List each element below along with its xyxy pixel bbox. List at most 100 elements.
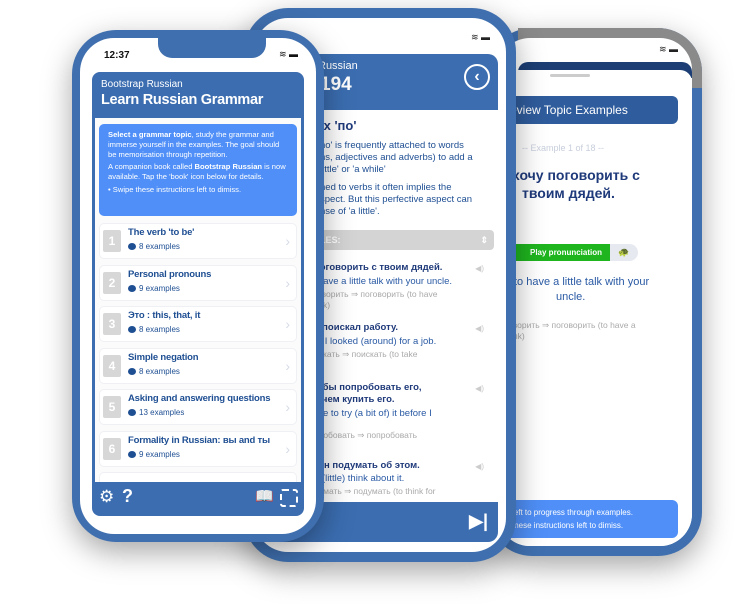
topic-row[interactable]: 5 Asking and answering questions 13 exam… xyxy=(99,389,297,425)
example-russian: я поискал работу. xyxy=(314,322,399,333)
topic-paragraph-2: hed to verbs it often implies the spect.… xyxy=(320,182,472,218)
status-icons: ≋ ▬ xyxy=(470,32,490,42)
example-russian: кен подумать об этом. xyxy=(314,460,420,471)
example-english: o (little) think about it. xyxy=(314,473,405,484)
topic-list-screen: 12:37 ≋ ▬ Bootstrap Russian Learn Russia… xyxy=(80,38,316,534)
topic-title: Simple negation xyxy=(128,351,199,363)
text-line: hed to verbs it often implies the xyxy=(320,182,452,193)
speaker-icon[interactable]: ◀) xyxy=(475,264,484,273)
topic-count: 8 examples xyxy=(128,325,180,334)
example-russian: е чем купить его. xyxy=(314,394,395,405)
example-english-2: uncle. xyxy=(556,291,586,303)
topic-number: 6 xyxy=(103,437,121,460)
status-time: 12:37 xyxy=(104,50,130,61)
skip-next-icon[interactable]: ▶| xyxy=(469,511,488,532)
speech-bubble-icon xyxy=(128,326,136,333)
speech-bubble-icon xyxy=(128,450,136,458)
instructions-card[interactable]: Select a grammar topic, study the gramma… xyxy=(99,124,297,216)
chevron-right-icon: › xyxy=(285,233,290,249)
back-button-icon[interactable]: ‹ xyxy=(464,64,490,90)
speech-bubble-icon xyxy=(128,243,136,250)
count-label: 9 examples xyxy=(139,449,180,459)
instructions-bold: Select a grammar topic xyxy=(108,130,192,139)
chevron-right-icon: › xyxy=(285,274,290,291)
count-label: 8 examples xyxy=(139,366,180,376)
bottom-toolbar: ⚙ ? 📖 xyxy=(92,482,304,516)
example-note: искать ⇒ поискать (to take xyxy=(314,349,418,359)
topic-number: 1 xyxy=(103,230,121,252)
topic-title: Asking and answering questions xyxy=(128,393,271,404)
topic-number: 2 xyxy=(103,271,121,294)
qr-code-icon[interactable] xyxy=(280,489,298,507)
header-subtitle: Russian xyxy=(318,60,358,72)
speaker-icon[interactable]: ◀) xyxy=(475,324,484,333)
count-label: 8 examples xyxy=(139,325,180,334)
play-label: Play pronunciation xyxy=(530,248,603,257)
instructions-line: left to progress through examples. xyxy=(512,508,633,517)
speaker-icon[interactable]: ◀) xyxy=(475,462,484,471)
example-english-1: to have a little talk with your xyxy=(514,276,650,288)
topic-row[interactable]: 4 Simple negation 8 examples › xyxy=(99,347,297,384)
chevron-right-icon: › xyxy=(285,316,290,332)
speaker-icon[interactable]: ◀) xyxy=(475,384,484,393)
topic-count: 13 examples xyxy=(128,408,184,417)
speech-bubble-icon xyxy=(128,284,136,292)
count-label: 13 examples xyxy=(139,408,185,417)
topic-title: The verb 'to be' xyxy=(128,227,195,238)
chevron-right-icon: › xyxy=(285,399,290,415)
header-title: 194 xyxy=(320,74,352,95)
review-header: eview Topic Examples xyxy=(498,96,678,124)
example-english: like to try (a bit of) it before I xyxy=(314,408,432,419)
notch xyxy=(158,38,266,58)
topic-row[interactable]: 6 Formality in Russian: вы and ты 9 exam… xyxy=(99,430,297,467)
topic-number: 5 xyxy=(103,396,121,418)
topic-title: Formality in Russian: вы and ты xyxy=(128,434,270,446)
example-russian: л бы попробовать его, xyxy=(314,382,422,393)
example-note-1: оворить ⇒ поговорить (to have a xyxy=(508,320,636,330)
status-icons: ≋ ▬ xyxy=(658,44,678,54)
sheet: eview Topic Examples -- Example 1 of 18 … xyxy=(498,70,692,546)
topic-count: 8 examples xyxy=(128,367,180,376)
topic-row[interactable]: 3 Это : this, that, it 8 examples › xyxy=(99,306,297,342)
text-line: spect. But this perfective aspect can xyxy=(320,194,473,205)
example-note: думать ⇒ подумать (to think for xyxy=(314,486,436,496)
example-note: пробовать ⇒ попробовать xyxy=(314,430,418,440)
text-line: nse of 'a little'. xyxy=(320,206,380,217)
topic-row-partial[interactable] xyxy=(99,472,297,482)
text-line: ns, adjectives and adverbs) to add a xyxy=(320,152,473,163)
book-icon[interactable]: 📖 xyxy=(255,487,274,505)
review-screen: ≋ ▬ eview Topic Examples -- Example 1 of… xyxy=(498,38,692,546)
sheet-handle[interactable] xyxy=(550,74,590,77)
question-icon[interactable]: ? xyxy=(122,486,133,507)
header-subtitle: Bootstrap Russian xyxy=(101,79,183,90)
example-russian-1: хочу поговорить с xyxy=(512,167,640,183)
topic-list: Select a grammar topic, study the gramma… xyxy=(92,118,304,482)
instructions-line: these instructions left to dimiss. xyxy=(512,521,624,530)
example-note: говорить ⇒ поговорить (to have xyxy=(314,289,438,299)
topic-title: Это : this, that, it xyxy=(128,310,201,321)
status-icons: ≋ ▬ xyxy=(278,49,298,59)
topic-count: 8 examples xyxy=(128,242,180,251)
text-line: little' or 'a while' xyxy=(320,164,386,175)
topic-count: 9 examples xyxy=(128,284,180,293)
examples-select[interactable]: LES: ⇕ xyxy=(304,230,494,250)
speech-bubble-icon xyxy=(128,409,136,416)
header-title: Learn Russian Grammar xyxy=(101,92,264,108)
phone-topic-list: 12:37 ≋ ▬ Bootstrap Russian Learn Russia… xyxy=(72,30,324,542)
instructions-text: • Swipe these instructions left to dimis… xyxy=(108,184,242,194)
review-instructions[interactable]: left to progress through examples. these… xyxy=(498,500,678,538)
example-russian-2: твоим дядей. xyxy=(522,185,615,201)
example-english: lay I looked (around) for a job. xyxy=(310,336,437,347)
text-line: no' is frequently attached to words xyxy=(320,140,464,151)
topic-row[interactable]: 1 The verb 'to be' 8 examples › xyxy=(99,223,297,259)
topic-title: Personal pronouns xyxy=(128,268,212,280)
slow-speed-turtle-icon[interactable]: 🐢 xyxy=(610,244,638,261)
gear-icon[interactable]: ⚙ xyxy=(99,487,114,507)
phone-review-examples: ≋ ▬ eview Topic Examples -- Example 1 of… xyxy=(488,28,702,556)
topic-number: 4 xyxy=(103,354,121,377)
topic-row[interactable]: 2 Personal pronouns 9 examples › xyxy=(99,264,297,301)
chevron-right-icon: › xyxy=(285,440,290,457)
example-english: o have a little talk with your uncle. xyxy=(310,276,453,287)
topic-number: 3 xyxy=(103,313,121,335)
instructions-bold: Bootstrap Russian xyxy=(194,162,263,172)
